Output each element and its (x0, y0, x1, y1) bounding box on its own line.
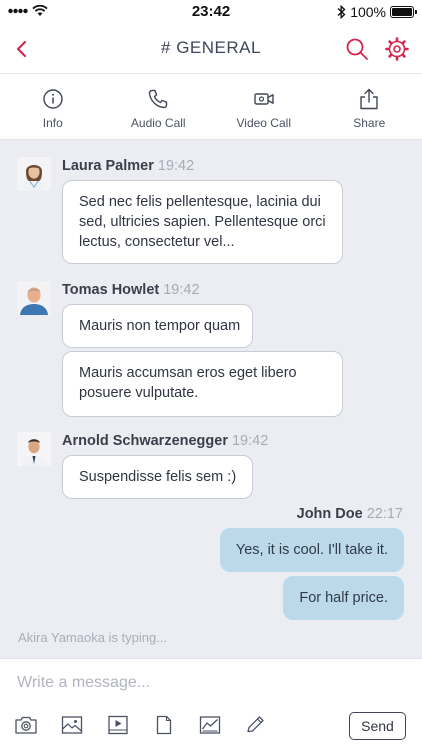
sender-name: Laura Palmer 19:42 (62, 158, 194, 174)
gear-icon[interactable] (384, 36, 410, 62)
video-call-label: Video Call (236, 116, 291, 130)
message-composer: Send (0, 658, 422, 750)
phone-icon (149, 89, 168, 109)
status-bar: 23:42 100% (0, 0, 422, 24)
typing-indicator: Akira Yamaoka is typing... (18, 630, 168, 645)
search-icon[interactable] (344, 36, 370, 62)
attachment-toolbar (14, 715, 268, 735)
image-icon[interactable] (60, 715, 84, 735)
battery-percent: 100% (350, 4, 386, 20)
chart-icon[interactable] (198, 715, 222, 735)
sender-name: John Doe 22:17 (297, 506, 403, 522)
document-icon[interactable] (152, 715, 176, 735)
audio-call-button[interactable]: Audio Call (106, 74, 212, 139)
message-list[interactable]: Laura Palmer 19:42 Sed nec felis pellente… (0, 140, 422, 658)
message-time: 19:42 (157, 158, 195, 174)
info-label: Info (42, 116, 63, 130)
avatar[interactable] (17, 281, 51, 315)
navigation-bar: # GENERAL (0, 24, 422, 74)
camera-icon[interactable] (14, 715, 38, 735)
bluetooth-icon (337, 5, 346, 19)
battery-icon (390, 6, 417, 18)
sender-name-text: Arnold Schwarzenegger (62, 433, 228, 449)
message-bubble[interactable]: Sed nec felis pellentesque, lacinia dui … (62, 180, 343, 264)
message-bubble[interactable]: Suspendisse felis sem :) (62, 455, 253, 499)
channel-toolbar: Info Audio Call Video Call Share (0, 74, 422, 140)
outgoing-message-bubble[interactable]: Yes, it is cool. I'll take it. (219, 528, 404, 572)
outgoing-message-bubble[interactable]: For half price. (283, 576, 404, 620)
message-time: 19:42 (163, 282, 200, 298)
sender-name-text: John Doe (296, 506, 363, 522)
audio-call-label: Audio Call (130, 116, 186, 130)
avatar[interactable] (17, 432, 51, 466)
video-file-icon[interactable] (106, 715, 130, 735)
share-label: Share (353, 116, 386, 130)
video-camera-icon (254, 93, 274, 105)
info-icon (43, 89, 63, 109)
info-button[interactable]: Info (0, 74, 106, 139)
message-input[interactable] (17, 671, 407, 695)
share-button[interactable]: Share (317, 74, 422, 139)
avatar[interactable] (17, 157, 51, 191)
sender-name: Arnold Schwarzenegger 19:42 (62, 433, 268, 449)
sender-name-text: Tomas Howlet (62, 282, 160, 298)
message-time: 22:17 (366, 506, 403, 522)
message-time: 19:42 (231, 433, 269, 449)
video-call-button[interactable]: Video Call (211, 74, 317, 139)
sender-name: Tomas Howlet 19:42 (62, 282, 200, 298)
sender-name-text: Laura Palmer (62, 158, 154, 174)
share-icon (360, 88, 378, 110)
message-bubble[interactable]: Mauris accumsan eros eget libero posuere… (62, 351, 343, 417)
pencil-icon[interactable] (244, 715, 268, 735)
status-right: 100% (337, 4, 417, 20)
message-bubble[interactable]: Mauris non tempor quam (62, 304, 253, 348)
send-button[interactable]: Send (349, 712, 406, 740)
